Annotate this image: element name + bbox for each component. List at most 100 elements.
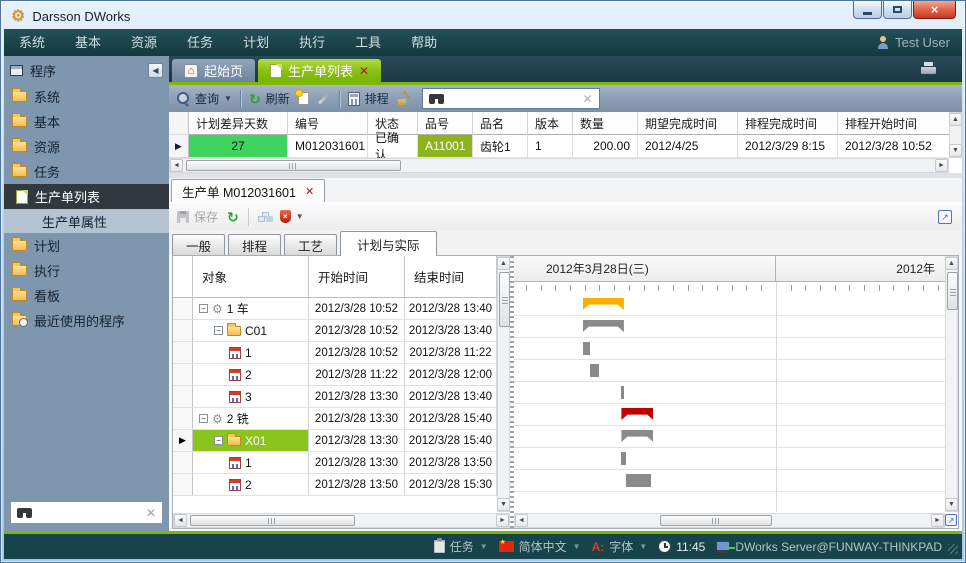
grid-vertical-scrollbar[interactable]: ▲ ▼: [949, 112, 962, 158]
column-header-计划差异天数[interactable]: 计划差异天数: [189, 112, 288, 135]
minimize-button[interactable]: [853, 1, 882, 19]
sidebar-item-任务[interactable]: 任务: [4, 159, 169, 184]
tree-object-cell[interactable]: −X01: [193, 430, 309, 452]
scrollbar-thumb[interactable]: [947, 272, 958, 310]
scroll-right-icon[interactable]: ►: [931, 514, 944, 527]
tree-object-cell[interactable]: 2: [193, 474, 309, 496]
sidebar-item-看板[interactable]: 看板: [4, 283, 169, 308]
tree-expander-icon[interactable]: −: [214, 436, 223, 445]
validation-dropdown-icon[interactable]: ▼: [296, 212, 304, 221]
gantt-bar-1[interactable]: [583, 342, 590, 355]
sidebar-item-生产单属性[interactable]: 生产单属性: [4, 209, 169, 233]
sidebar-item-资源[interactable]: 资源: [4, 134, 169, 159]
filter-search-box[interactable]: ✕: [422, 88, 600, 109]
tree-horizontal-scrollbar[interactable]: ◄ ►: [173, 513, 510, 528]
tree-column-header-开始时间[interactable]: 开始时间: [309, 256, 405, 298]
tree-row[interactable]: −C012012/3/28 10:522012/3/28 13:40: [173, 320, 510, 342]
scroll-right-icon[interactable]: ►: [935, 159, 948, 172]
gantt-horizontal-scrollbar[interactable]: ◄ ►: [514, 513, 945, 528]
tree-row[interactable]: 22012/3/28 11:222012/3/28 12:00: [173, 364, 510, 386]
scrollbar-thumb[interactable]: [190, 515, 355, 526]
query-button[interactable]: 查询 ▼: [177, 90, 232, 107]
gantt-bar-3[interactable]: [621, 386, 623, 399]
gantt-bar-X01[interactable]: [621, 430, 653, 442]
gantt-expand-icon[interactable]: ↗: [945, 514, 957, 526]
detail-tab-计划与实际[interactable]: 计划与实际: [340, 231, 437, 256]
sidebar-item-系统[interactable]: 系统: [4, 84, 169, 109]
detail-tab-排程[interactable]: 排程: [228, 234, 281, 255]
tree-row[interactable]: 12012/3/28 10:522012/3/28 11:22: [173, 342, 510, 364]
dropdown-icon[interactable]: ▼: [639, 542, 647, 551]
gantt-bar-2 铣[interactable]: [621, 408, 653, 420]
tree-object-cell[interactable]: 1: [193, 452, 309, 474]
open-external-icon[interactable]: ↗: [938, 210, 952, 224]
gantt-bar-2[interactable]: [590, 364, 599, 377]
validation-button[interactable]: × ▼: [280, 210, 304, 223]
status-item-clipboard[interactable]: 任务▼: [434, 538, 488, 555]
column-header-品号[interactable]: 品号: [418, 112, 473, 135]
sidebar-search-box[interactable]: ✕: [10, 501, 163, 524]
save-button[interactable]: 保存: [177, 208, 218, 225]
refresh-button[interactable]: ↻ 刷新: [249, 90, 290, 107]
gantt-bar-2[interactable]: [626, 474, 651, 487]
tab-生产单列表[interactable]: 生产单列表✕: [258, 59, 381, 82]
sidebar-item-基本[interactable]: 基本: [4, 109, 169, 134]
scroll-up-icon[interactable]: ▲: [949, 113, 962, 126]
scroll-left-icon[interactable]: ◄: [170, 159, 183, 172]
menu-item-工具[interactable]: 工具: [340, 29, 396, 56]
scroll-up-icon[interactable]: ▲: [497, 257, 510, 270]
scrollbar-thumb[interactable]: [660, 515, 772, 526]
tree-row[interactable]: 22012/3/28 13:502012/3/28 15:30: [173, 474, 510, 496]
menu-item-资源[interactable]: 资源: [116, 29, 172, 56]
status-item-font[interactable]: A:字体▼: [592, 538, 648, 555]
sidebar-collapse-button[interactable]: ◀: [148, 63, 163, 78]
scrollbar-thumb[interactable]: [499, 272, 510, 327]
column-header-期望完成时间[interactable]: 期望完成时间: [638, 112, 738, 135]
edit-button[interactable]: [317, 97, 331, 100]
menu-item-任务[interactable]: 任务: [172, 29, 228, 56]
scroll-right-icon[interactable]: ►: [496, 514, 509, 527]
scroll-up-icon[interactable]: ▲: [945, 257, 958, 270]
tree-row[interactable]: 32012/3/28 13:302012/3/28 13:40: [173, 386, 510, 408]
clear-search-icon[interactable]: ✕: [146, 506, 156, 520]
column-header-版本[interactable]: 版本: [528, 112, 573, 135]
scroll-down-icon[interactable]: ▼: [497, 498, 510, 511]
new-button[interactable]: [298, 92, 309, 105]
gantt-bar-C01[interactable]: [583, 320, 624, 332]
column-header-排程完成时间[interactable]: 排程完成时间: [738, 112, 838, 135]
scroll-down-icon[interactable]: ▼: [945, 498, 958, 511]
grid-data-row[interactable]: ▶27M012031601已确认A11001齿轮11200.002012/4/2…: [169, 135, 949, 158]
scroll-left-icon[interactable]: ◄: [174, 514, 187, 527]
query-dropdown-icon[interactable]: ▼: [224, 94, 232, 103]
status-item-clock[interactable]: 11:45: [658, 540, 705, 554]
tree-object-cell[interactable]: 1: [193, 342, 309, 364]
menu-item-执行[interactable]: 执行: [284, 29, 340, 56]
column-header-数量[interactable]: 数量: [573, 112, 638, 135]
tree-object-cell[interactable]: 2: [193, 364, 309, 386]
scroll-down-icon[interactable]: ▼: [949, 144, 962, 157]
gantt-bar-1 车[interactable]: [583, 298, 624, 310]
scrollbar-thumb[interactable]: [186, 160, 401, 171]
close-order-icon[interactable]: ✕: [305, 185, 314, 198]
menu-item-帮助[interactable]: 帮助: [396, 29, 452, 56]
gantt-vertical-scrollbar[interactable]: ▲ ▼: [945, 256, 958, 512]
status-item-flag[interactable]: 简体中文▼: [499, 538, 581, 555]
scroll-left-icon[interactable]: ◄: [515, 514, 528, 527]
tree-object-cell[interactable]: −⚙1 车: [193, 298, 309, 320]
tree-expander-icon[interactable]: −: [199, 304, 208, 313]
menu-item-计划[interactable]: 计划: [228, 29, 284, 56]
sidebar-item-最近使用的程序[interactable]: 最近使用的程序: [4, 308, 169, 333]
tree-column-header-对象[interactable]: 对象: [193, 256, 309, 298]
tree-vertical-scrollbar[interactable]: ▲ ▼: [497, 256, 510, 512]
detail-refresh-button[interactable]: ↻: [227, 210, 239, 224]
menu-item-系统[interactable]: 系统: [4, 29, 60, 56]
order-document-tab[interactable]: 生产单 M012031601 ✕: [171, 179, 325, 202]
tree-object-cell[interactable]: 3: [193, 386, 309, 408]
close-button[interactable]: ×: [913, 1, 956, 19]
sidebar-item-生产单列表[interactable]: 生产单列表: [4, 184, 169, 209]
tree-object-cell[interactable]: −⚙2 铣: [193, 408, 309, 430]
schedule-button[interactable]: 排程: [348, 90, 389, 107]
dropdown-icon[interactable]: ▼: [480, 542, 488, 551]
clear-filter-icon[interactable]: ✕: [583, 92, 593, 106]
detail-tab-工艺[interactable]: 工艺: [284, 234, 337, 255]
